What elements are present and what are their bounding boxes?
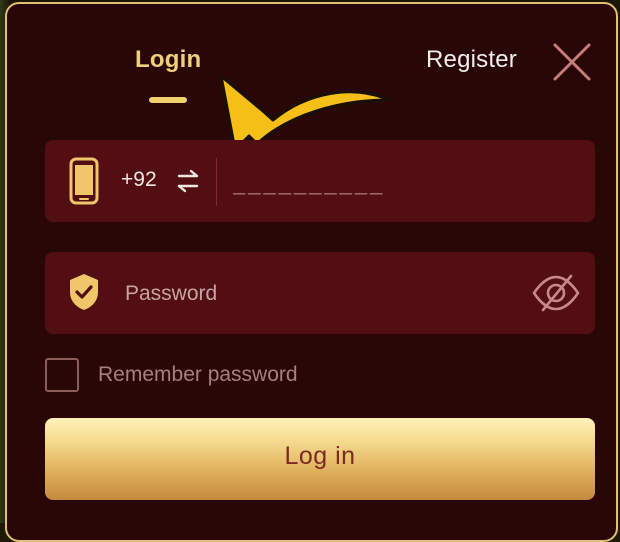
swap-arrows-icon[interactable]	[175, 168, 201, 194]
tab-register[interactable]: Register	[426, 46, 517, 74]
field-divider	[216, 158, 217, 206]
phone-field: +92	[45, 140, 595, 222]
close-icon	[553, 43, 591, 81]
country-code[interactable]: +92	[121, 168, 157, 192]
phone-icon	[69, 157, 99, 205]
password-field	[45, 252, 595, 334]
password-input[interactable]	[123, 276, 507, 312]
active-tab-indicator	[149, 97, 187, 103]
shield-check-icon	[70, 274, 98, 310]
close-button[interactable]	[551, 42, 593, 82]
login-button[interactable]: Log in	[45, 418, 595, 500]
login-button-label: Log in	[284, 442, 356, 470]
remember-label[interactable]: Remember password	[98, 363, 298, 387]
tab-login[interactable]: Login	[135, 46, 201, 74]
eye-slash-icon[interactable]	[531, 272, 581, 314]
phone-input[interactable]	[231, 164, 485, 202]
login-dialog: Login Register +92 __________ Remember p…	[5, 2, 618, 542]
remember-checkbox[interactable]	[45, 358, 79, 392]
